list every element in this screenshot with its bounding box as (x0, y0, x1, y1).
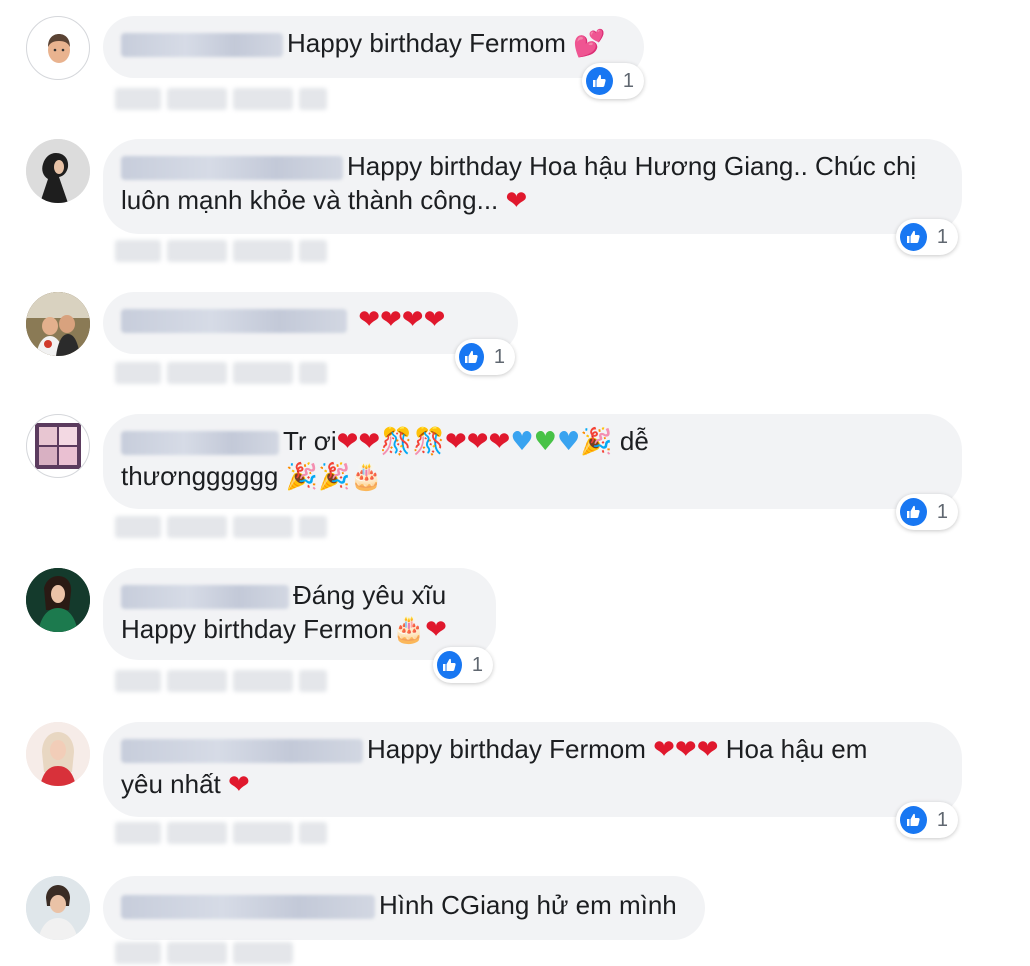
heart-emoji-icon: ❤ (227, 770, 250, 800)
comment-bubble: Happy birthday Hoa hậu Hương Giang.. Chú… (103, 139, 962, 234)
reaction-count: 1 (622, 69, 634, 92)
reaction-count: 1 (936, 225, 948, 248)
comment-bubble: ❤❤❤❤ (103, 292, 518, 354)
comment-text-prefix: Tr ơi (283, 426, 337, 456)
profile-photo-icon (26, 292, 90, 356)
reaction-badge[interactable]: 1 (896, 219, 958, 255)
commenter-name[interactable] (121, 33, 283, 58)
reaction-count: 1 (936, 500, 948, 523)
memoji-avatar-icon (48, 34, 70, 63)
birthday-cake-emoji-icon: 🎂 (350, 462, 383, 492)
reaction-badge[interactable]: 1 (582, 63, 644, 99)
blue-heart-emoji-icon: ♥ (556, 427, 581, 457)
commenter-name[interactable] (121, 431, 279, 456)
profile-photo-icon (26, 568, 90, 632)
comment-text-line-2: Happy birthday Fermon (121, 614, 393, 644)
heart-emoji-icon: ❤❤❤❤ (358, 305, 446, 335)
comment-text-line-1: Happy birthday Hoa hậu Hương Giang.. Chú… (347, 151, 917, 181)
comment-actions[interactable] (115, 822, 327, 846)
profile-photo-icon (26, 139, 90, 203)
comment-actions[interactable] (115, 516, 327, 540)
reaction-badge[interactable]: 1 (433, 647, 493, 683)
like-thumb-icon (586, 67, 613, 95)
heart-emoji-icon: ❤❤ (336, 427, 381, 457)
commenter-name[interactable] (121, 739, 363, 764)
comment-bubble: Hình CGiang hử em mình (103, 876, 705, 940)
party-popper-emoji-icon: 🎉🎉 (285, 462, 351, 492)
party-popper-emoji-icon: 🎉 (580, 427, 613, 457)
confetti-emoji-icon: 🎊🎊 (380, 427, 445, 457)
comment-text: Hình CGiang hử em mình (379, 890, 677, 920)
commenter-name[interactable] (121, 309, 347, 334)
heart-emoji-icon: ❤ (425, 615, 447, 645)
profile-photo-icon (35, 423, 81, 469)
comment-text: Happy birthday Fermom (287, 28, 566, 58)
heart-emoji-icon: ❤❤❤ (444, 427, 511, 457)
comment-bubble: Happy birthday Fermom ❤❤❤ Hoa hậu em yêu… (103, 722, 962, 817)
comment-actions[interactable] (115, 362, 327, 386)
comment-actions[interactable] (115, 942, 293, 966)
heart-emoji-icon: ❤ (505, 186, 528, 216)
comment-bubble: Đáng yêu xĩu Happy birthday Fermon🎂❤ (103, 568, 496, 660)
reaction-count: 1 (936, 808, 948, 831)
comment-actions[interactable] (115, 88, 327, 112)
avatar[interactable] (26, 876, 90, 940)
avatar[interactable] (26, 722, 90, 786)
avatar[interactable] (26, 292, 90, 356)
comment-bubble: Happy birthday Fermom 💕 (103, 16, 644, 78)
comment-text-part-2: Hoa hậu em (725, 734, 868, 764)
avatar[interactable] (26, 139, 90, 203)
blue-heart-emoji-icon: ♥ (510, 427, 534, 457)
comment-bubble: Tr ơi❤❤🎊🎊❤❤❤♥♥♥🎉 dễ thươngggggg 🎉🎉🎂 (103, 414, 962, 509)
avatar[interactable] (26, 568, 90, 632)
reaction-badge[interactable]: 1 (896, 802, 958, 838)
like-thumb-icon (900, 806, 927, 834)
comment-text-mid: dễ (619, 426, 649, 456)
reaction-badge[interactable]: 1 (896, 494, 958, 530)
comment-text-line-1: Đáng yêu xĩu (293, 580, 447, 610)
like-thumb-icon (437, 651, 462, 679)
commenter-name[interactable] (121, 585, 289, 610)
heart-emoji-icon: ❤❤❤ (653, 735, 719, 765)
reaction-badge[interactable]: 1 (455, 339, 515, 375)
profile-photo-icon (26, 722, 90, 786)
comment-text-part-1: Happy birthday Fermom (367, 734, 646, 764)
comment-text-line-2: yêu nhất (121, 769, 221, 799)
two-hearts-emoji-icon: 💕 (573, 29, 606, 59)
comment-text-line-2: luôn mạnh khỏe và thành công... (121, 185, 499, 215)
green-heart-emoji-icon: ♥ (533, 427, 557, 457)
commenter-name[interactable] (121, 895, 375, 920)
like-thumb-icon (900, 498, 927, 526)
comment-actions[interactable] (115, 670, 327, 694)
profile-photo-icon (26, 876, 90, 940)
comment-actions[interactable] (115, 240, 327, 264)
like-thumb-icon (459, 343, 484, 371)
avatar[interactable] (26, 414, 90, 478)
commenter-name[interactable] (121, 156, 343, 181)
like-thumb-icon (900, 223, 927, 251)
comment-text-line-2: thươngggggg (121, 461, 279, 491)
reaction-count: 1 (471, 653, 483, 676)
reaction-count: 1 (493, 345, 505, 368)
avatar[interactable] (26, 16, 90, 80)
birthday-cake-emoji-icon: 🎂 (392, 615, 426, 645)
